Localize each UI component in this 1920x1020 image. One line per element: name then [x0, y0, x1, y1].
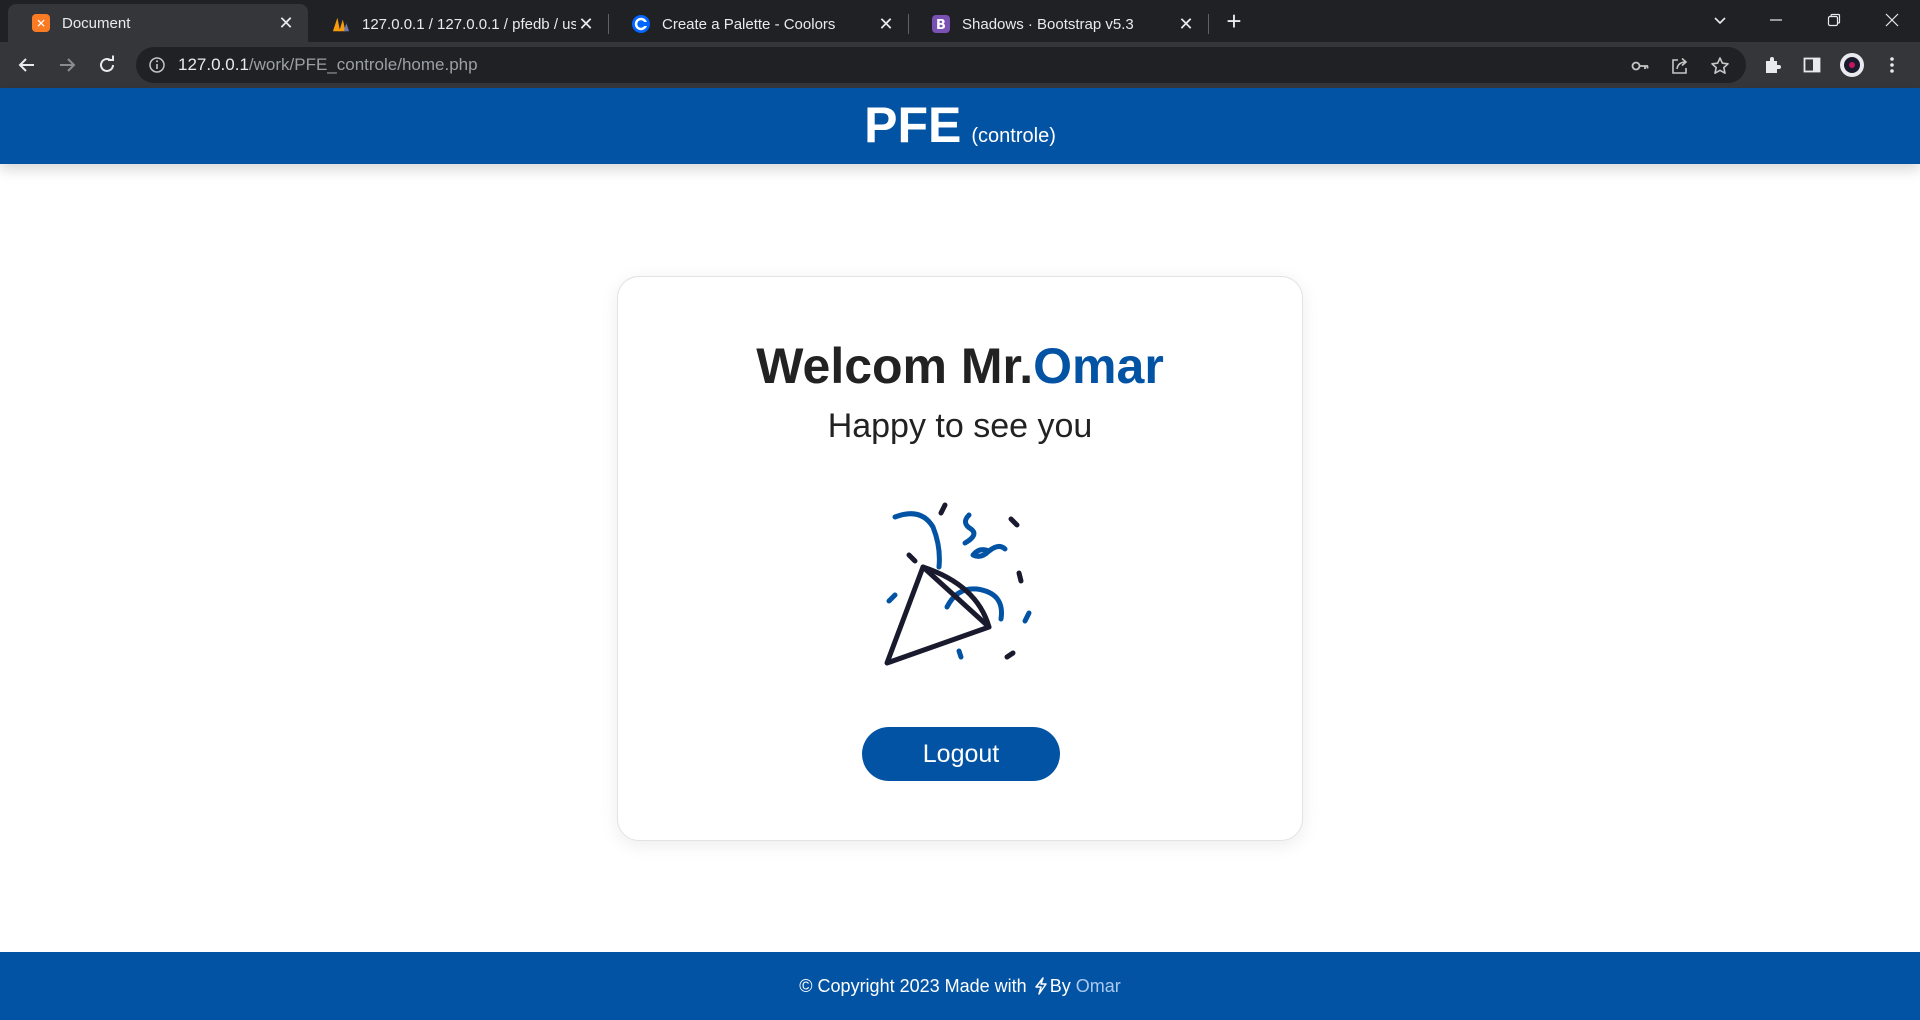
welcome-card: Welcom Mr.Omar Happy to see you Logout: [617, 276, 1303, 841]
close-tab-icon[interactable]: ✕: [1176, 14, 1196, 34]
back-icon[interactable]: [13, 51, 41, 79]
logout-button[interactable]: Logout: [862, 727, 1060, 781]
tab-bootstrap[interactable]: B Shadows · Bootstrap v5.3 ✕: [908, 6, 1208, 42]
address-bar[interactable]: 127.0.0.1/work/PFE_controle/home.php: [136, 47, 1746, 83]
share-icon[interactable]: [1670, 56, 1690, 76]
tab-title: 127.0.0.1 / 127.0.0.1 / pfedb / use: [362, 15, 576, 33]
bookmark-star-icon[interactable]: [1710, 56, 1730, 76]
site-footer: © Copyright 2023 Made with By Omar: [0, 952, 1920, 1020]
xampp-icon: ✕: [32, 14, 50, 32]
browser-menu-icon[interactable]: [1878, 51, 1906, 79]
close-tab-icon[interactable]: ✕: [576, 14, 596, 34]
footer-by: By: [1049, 976, 1071, 996]
minimize-icon[interactable]: [1748, 0, 1804, 40]
forward-icon[interactable]: [53, 51, 81, 79]
footer-author-link[interactable]: Omar: [1076, 976, 1121, 996]
brand-name: PFE: [864, 97, 962, 153]
greeting-text: Welcom Mr.: [756, 338, 1034, 394]
lightning-icon: [1034, 977, 1047, 995]
svg-text:✕: ✕: [36, 17, 46, 31]
copyright-line: © Copyright 2023 Made with By Omar: [0, 976, 1920, 997]
url-text: 127.0.0.1/work/PFE_controle/home.php: [178, 55, 478, 74]
tab-search-icon[interactable]: [1692, 0, 1748, 40]
password-key-icon[interactable]: [1630, 56, 1650, 76]
profile-avatar[interactable]: [1838, 51, 1866, 79]
username: Omar: [1033, 338, 1164, 394]
svg-text:B: B: [936, 18, 946, 33]
new-tab-button[interactable]: +: [1220, 8, 1248, 36]
reload-icon[interactable]: [93, 51, 121, 79]
phpmyadmin-icon: [332, 15, 350, 33]
tab-document[interactable]: ✕ Document ✕: [8, 4, 308, 42]
welcome-heading: Welcom Mr.Omar: [618, 337, 1302, 395]
coolors-icon: [632, 15, 650, 33]
tab-title: Create a Palette - Coolors: [662, 15, 836, 33]
site-header: PFE (controle): [0, 88, 1920, 164]
side-panel-icon[interactable]: [1798, 51, 1826, 79]
copyright-text: © Copyright 2023 Made with: [799, 976, 1027, 996]
tab-title: Document: [62, 14, 131, 32]
bootstrap-icon: B: [932, 15, 950, 33]
close-tab-icon[interactable]: ✕: [276, 13, 296, 33]
party-popper-icon: [884, 502, 1032, 666]
extensions-icon[interactable]: [1758, 51, 1786, 79]
tab-phpmyadmin[interactable]: 127.0.0.1 / 127.0.0.1 / pfedb / use ✕: [308, 6, 608, 42]
close-window-icon[interactable]: [1864, 0, 1920, 40]
brand-subtitle: (controle): [971, 125, 1056, 147]
browser-toolbar: 127.0.0.1/work/PFE_controle/home.php: [0, 42, 1920, 88]
tab-coolors[interactable]: Create a Palette - Coolors ✕: [608, 6, 908, 42]
tagline: Happy to see you: [827, 407, 1093, 445]
close-tab-icon[interactable]: ✕: [876, 14, 896, 34]
browser-tab-bar: ✕ Document ✕ 127.0.0.1 / 127.0.0.1 / pfe…: [0, 0, 1920, 42]
site-brand[interactable]: PFE (controle): [0, 96, 1920, 154]
tab-separator: [1208, 14, 1209, 34]
site-info-icon[interactable]: [148, 56, 166, 74]
restore-icon[interactable]: [1806, 0, 1862, 40]
tab-title: Shadows · Bootstrap v5.3: [962, 15, 1134, 33]
